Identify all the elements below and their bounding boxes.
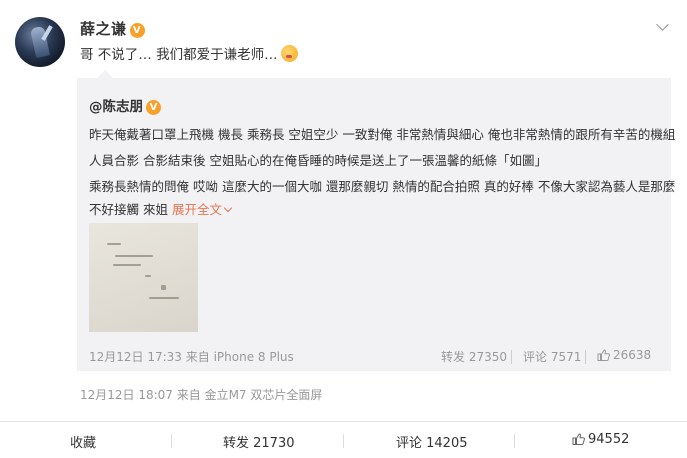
repost-text-tail: 不好接觸 來姐 bbox=[89, 202, 168, 217]
comment-button[interactable]: 评论 14205 bbox=[396, 432, 468, 451]
repost-text-line-last: 不好接觸 來姐 展开全文 bbox=[89, 199, 233, 218]
repost-text-line: 乘務長熱情的問俺 哎呦 這麼大的一個大咖 還那麼親切 熱情的配合拍照 真的好棒 … bbox=[89, 179, 676, 194]
emoji-icon bbox=[280, 45, 298, 62]
repost-comment-count[interactable]: 评论 7571 bbox=[523, 348, 581, 365]
post-meta[interactable]: 12月12日 18:07 来自 金立M7 双芯片全面屏 bbox=[80, 386, 322, 403]
repost-timestamp[interactable]: 12月12日 17:33 来自 iPhone 8 Plus bbox=[89, 348, 294, 365]
repost-card[interactable]: @陈志朋 V 昨天俺戴著口罩上飛機 機長 乘務長 空姐空少 一致對俺 非常熱情與細… bbox=[77, 70, 675, 371]
action-bar: 收藏 转发 21730 评论 14205 94552 bbox=[0, 421, 687, 458]
repost-like-count: 26638 bbox=[613, 348, 652, 362]
like-button[interactable]: 94552 bbox=[572, 432, 629, 447]
post-author[interactable]: 薛之谦 V bbox=[80, 18, 145, 39]
favorite-button[interactable]: 收藏 bbox=[70, 432, 96, 451]
repost-image-thumbnail[interactable] bbox=[89, 223, 198, 332]
post-text-content: 哥 不说了… 我们都爱于谦老师… bbox=[80, 47, 278, 63]
expand-full-text-link[interactable]: 展开全文 bbox=[172, 202, 233, 217]
like-count: 94552 bbox=[588, 432, 630, 447]
thumbs-up-icon bbox=[597, 349, 610, 361]
verified-badge-icon: V bbox=[129, 23, 145, 38]
post-text: 哥 不说了… 我们都爱于谦老师… bbox=[80, 43, 298, 63]
repost-like[interactable]: 26638 bbox=[597, 348, 651, 362]
post-author-name[interactable]: 薛之谦 bbox=[80, 20, 127, 38]
expand-label[interactable]: 展开全文 bbox=[172, 202, 222, 217]
chevron-down-icon[interactable] bbox=[656, 18, 669, 31]
repost-author[interactable]: @陈志朋 V bbox=[89, 95, 161, 115]
repost-text-line: 昨天俺戴著口罩上飛機 機長 乘務長 空姐空少 一致對俺 非常熱情與細心 俺也非常… bbox=[89, 127, 676, 142]
repost-forward-count[interactable]: 转发 27350 bbox=[441, 348, 507, 365]
repost-text-line: 人員合影 合影結束後 空姐貼心的在俺昏睡的時候是送上了一張溫馨的紙條「如圖」 bbox=[89, 153, 547, 168]
repost-author-name[interactable]: @陈志朋 bbox=[89, 99, 143, 115]
thumbs-up-icon bbox=[572, 433, 585, 445]
avatar[interactable] bbox=[15, 17, 65, 67]
verified-badge-icon: V bbox=[146, 100, 161, 115]
repost-button[interactable]: 转发 21730 bbox=[223, 432, 295, 451]
chevron-down-icon bbox=[223, 203, 233, 213]
